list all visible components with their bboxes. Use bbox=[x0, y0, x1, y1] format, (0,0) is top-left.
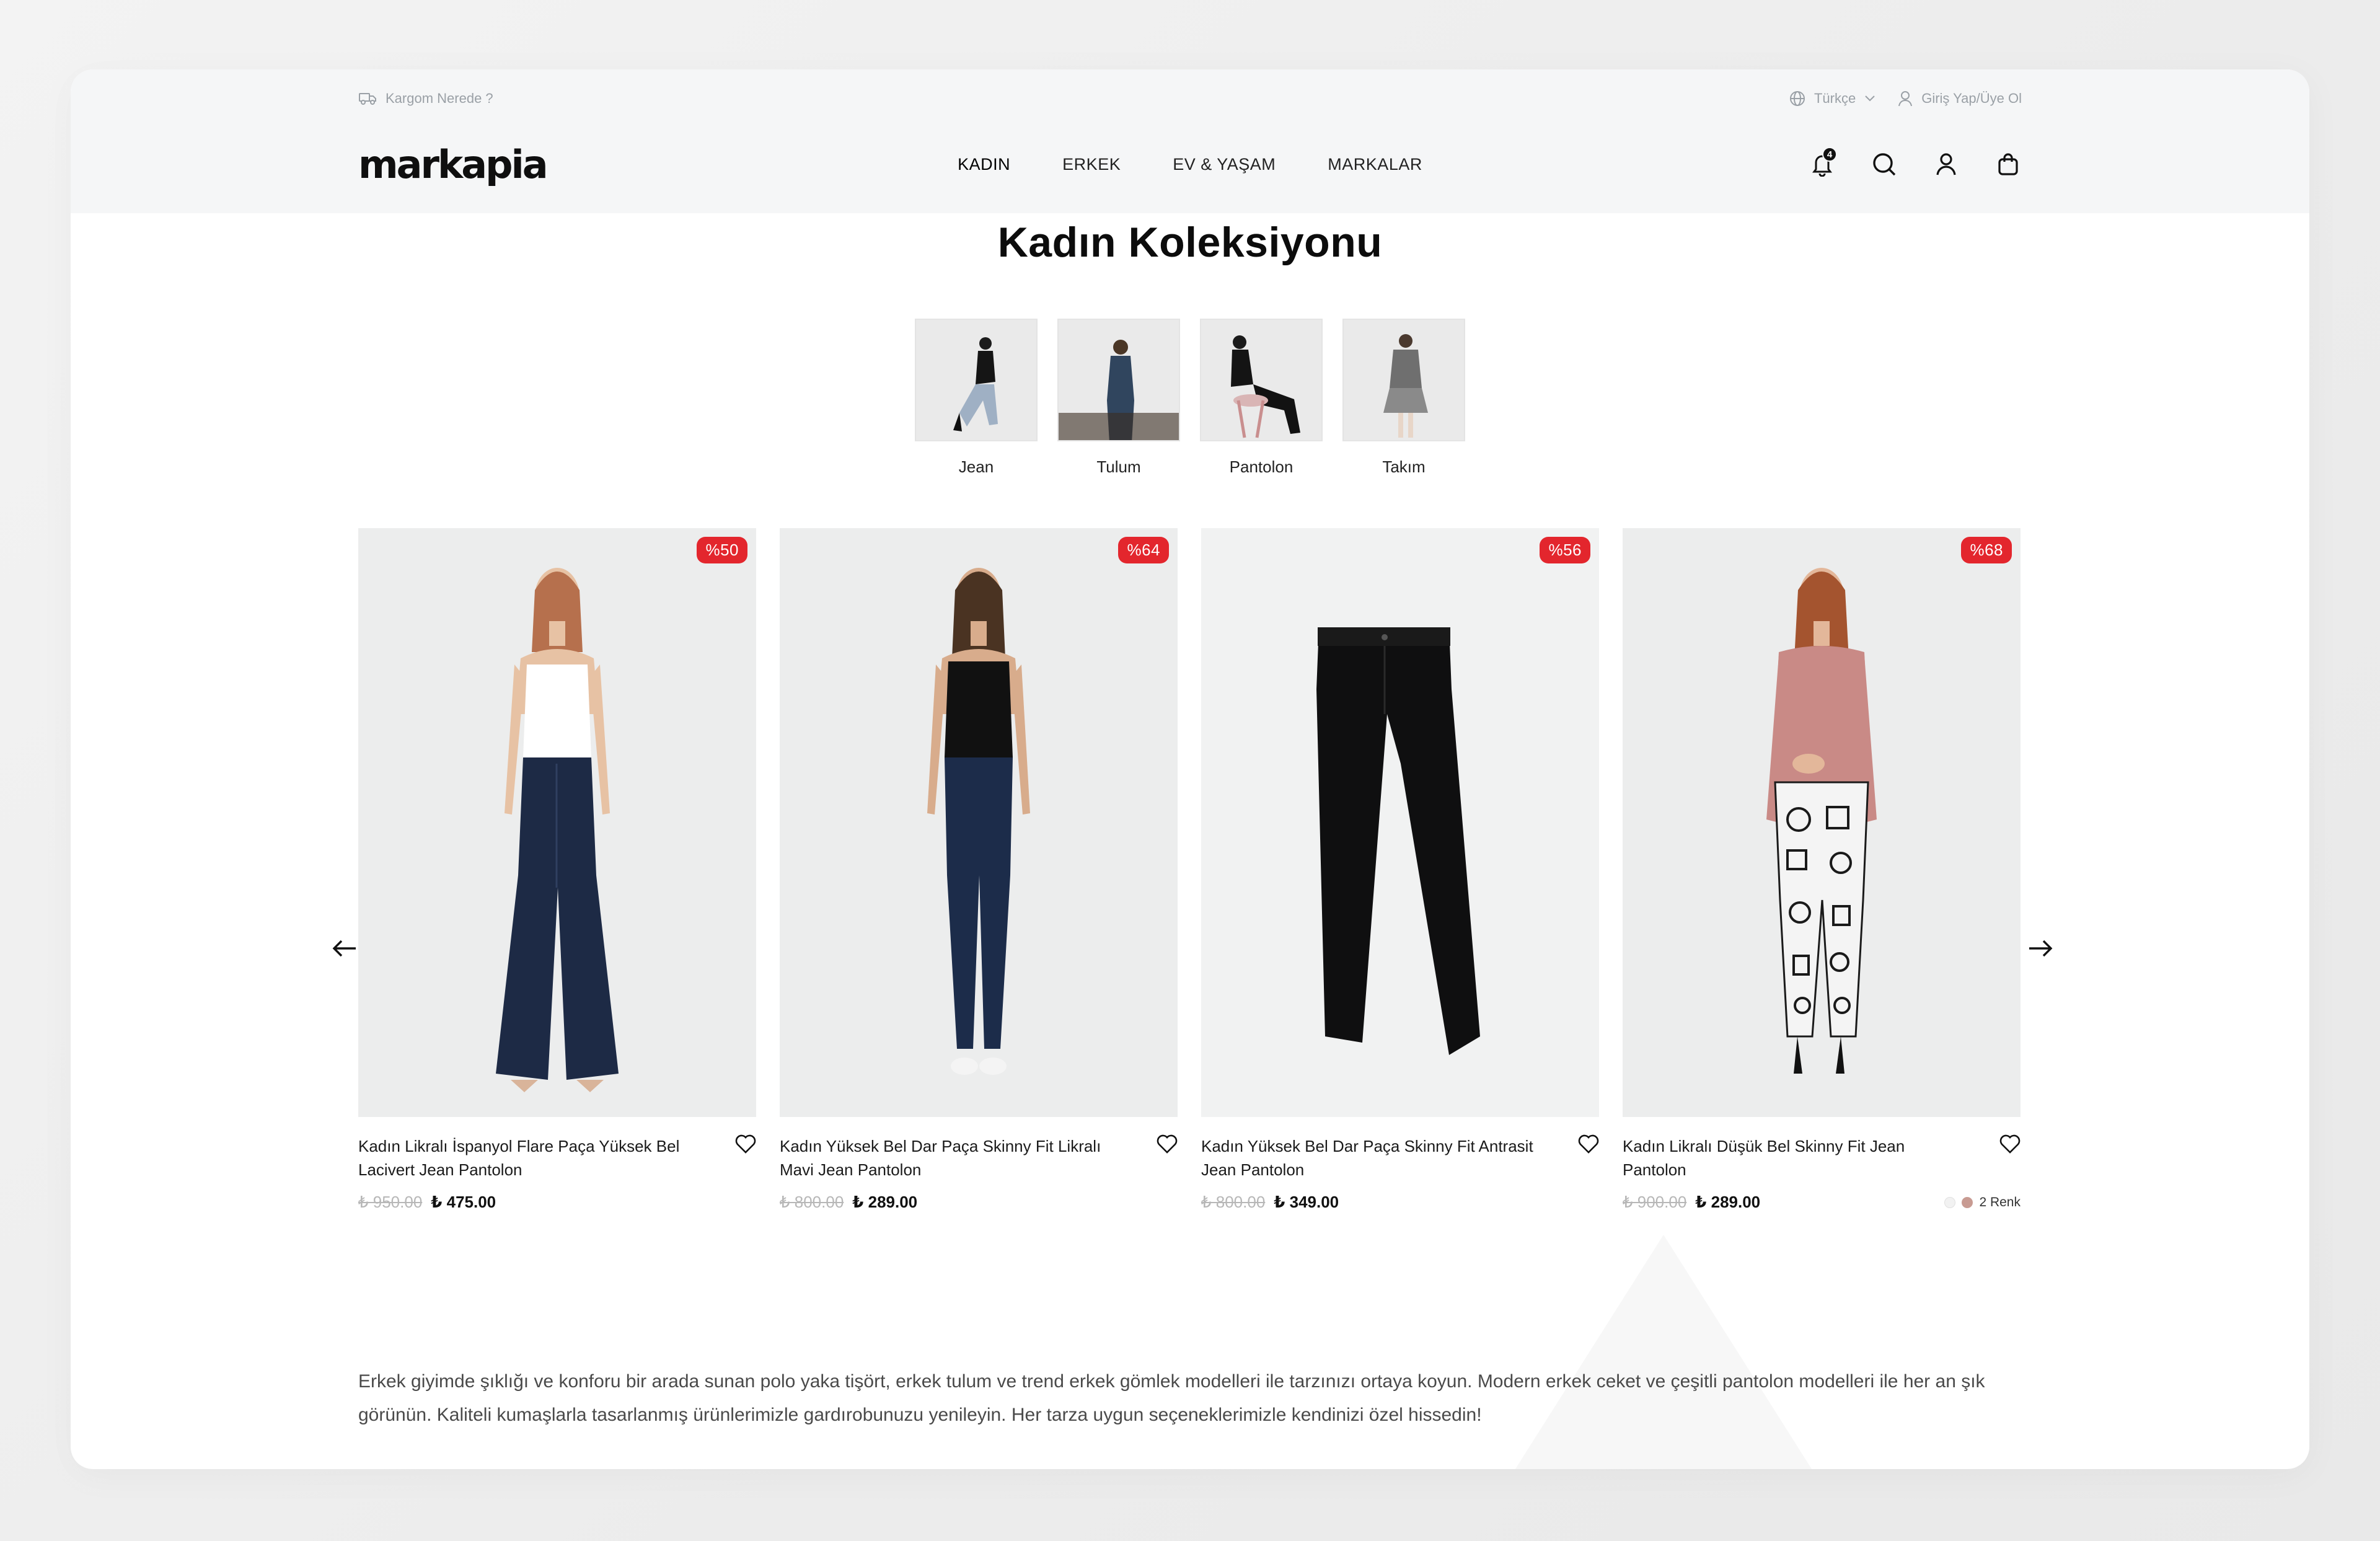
category-tulum[interactable]: Tulum bbox=[1057, 319, 1180, 477]
category-jean-label: Jean bbox=[958, 457, 994, 476]
background-watermark bbox=[1471, 1235, 1856, 1469]
old-price: ₺ 900.00 bbox=[1623, 1193, 1687, 1211]
category-pantolon-image bbox=[1200, 319, 1323, 441]
product-name[interactable]: Kadın Likralı Düşük Bel Skinny Fit Jean … bbox=[1623, 1134, 1970, 1181]
track-order-label: Kargom Nerede ? bbox=[386, 91, 493, 106]
category-tulum-image bbox=[1057, 319, 1180, 441]
page-title: Kadın Koleksiyonu bbox=[997, 219, 1383, 266]
site-header: Kargom Nerede ? Türkçe Giriş Yap/Üye Ol … bbox=[71, 69, 2309, 213]
main-nav: KADIN ERKEK EV & YAŞAM MARKALAR bbox=[958, 155, 1422, 174]
product-card[interactable]: %64 Kadın Yüksek Bel Dar Paça Skinny Fit… bbox=[780, 528, 1178, 1212]
price-row: ₺ 800.00 ₺ 289.00 bbox=[780, 1193, 1178, 1212]
discount-badge: %50 bbox=[697, 537, 747, 563]
bag-icon bbox=[1998, 153, 2018, 175]
account-button[interactable] bbox=[1933, 151, 1960, 178]
track-order-link[interactable]: Kargom Nerede ? bbox=[358, 91, 493, 107]
category-takim-image bbox=[1342, 319, 1465, 441]
carousel-prev-button[interactable] bbox=[327, 931, 362, 966]
search-button[interactable] bbox=[1871, 151, 1898, 178]
carousel-next-button[interactable] bbox=[2023, 931, 2058, 966]
color-swatch[interactable] bbox=[1944, 1196, 1956, 1208]
model-figure-icon bbox=[1383, 334, 1428, 438]
notifications-badge: 4 bbox=[1822, 147, 1837, 162]
current-price: ₺ 289.00 bbox=[852, 1193, 918, 1211]
search-icon bbox=[1873, 153, 1896, 176]
product-name[interactable]: Kadın Likralı İspanyol Flare Paça Yüksek… bbox=[358, 1134, 705, 1181]
heart-icon[interactable] bbox=[1999, 1134, 2021, 1154]
category-takim-label: Takım bbox=[1382, 457, 1426, 476]
model-figure-icon bbox=[1231, 335, 1300, 438]
price-row: ₺ 950.00 ₺ 475.00 bbox=[358, 1193, 756, 1212]
language-selector[interactable]: Türkçe bbox=[1789, 91, 1875, 107]
topbar-right: Türkçe Giriş Yap/Üye Ol bbox=[1789, 91, 2022, 107]
heart-icon[interactable] bbox=[1578, 1134, 1599, 1154]
discount-badge: %64 bbox=[1118, 537, 1169, 563]
color-swatch[interactable] bbox=[1962, 1196, 1973, 1208]
header-icons: 4 bbox=[1761, 147, 2022, 178]
category-tulum-label: Tulum bbox=[1096, 457, 1141, 476]
category-jean-image bbox=[915, 319, 1038, 441]
model-figure-icon bbox=[1059, 340, 1179, 440]
nav-item-ev-yasam[interactable]: EV & YAŞAM bbox=[1173, 155, 1276, 174]
product-image[interactable]: %68 bbox=[1623, 528, 2021, 1117]
price-row: ₺ 800.00 ₺ 349.00 bbox=[1201, 1193, 1599, 1212]
product-card[interactable]: %50 Kadın Likralı İspanyol Flare Paça Yü… bbox=[358, 528, 756, 1212]
product-info: Kadın Yüksek Bel Dar Paça Skinny Fit Lik… bbox=[780, 1134, 1178, 1212]
product-info: Kadın Yüksek Bel Dar Paça Skinny Fit Ant… bbox=[1201, 1134, 1599, 1212]
color-count-label: 2 Renk bbox=[1979, 1194, 2021, 1209]
model-skinny-jeans-image bbox=[927, 568, 1030, 1075]
product-image[interactable]: %50 bbox=[358, 528, 756, 1117]
brand-logo[interactable]: markapia bbox=[358, 142, 619, 187]
category-strip: Jean Tulum Pantolon Takım bbox=[71, 319, 2309, 477]
browser-frame: Kargom Nerede ? Türkçe Giriş Yap/Üye Ol … bbox=[71, 69, 2309, 1469]
model-patterned-jeans-image bbox=[1766, 568, 1877, 1074]
discount-badge: %56 bbox=[1540, 537, 1590, 563]
user-icon bbox=[1898, 91, 1913, 107]
model-flare-jeans-image bbox=[496, 568, 619, 1092]
user-icon bbox=[1936, 153, 1956, 175]
notifications-button[interactable]: 4 bbox=[1809, 147, 1837, 178]
heart-icon[interactable] bbox=[735, 1134, 756, 1154]
arrow-left-icon bbox=[332, 940, 356, 957]
truck-icon bbox=[359, 93, 376, 105]
old-price: ₺ 950.00 bbox=[358, 1193, 423, 1211]
product-image[interactable]: %56 bbox=[1201, 528, 1599, 1117]
language-label: Türkçe bbox=[1814, 91, 1856, 106]
product-card[interactable]: %68 Kadın Likralı Düşük Bel Skinny Fit J… bbox=[1623, 528, 2021, 1212]
globe-icon bbox=[1789, 91, 1805, 106]
product-info: Kadın Likralı Düşük Bel Skinny Fit Jean … bbox=[1623, 1134, 2021, 1212]
main-navigation-row: markapia KADIN ERKEK EV & YAŞAM MARKALAR… bbox=[358, 136, 2022, 192]
login-register-link[interactable]: Giriş Yap/Üye Ol bbox=[1898, 91, 2022, 107]
flat-black-jeans-image bbox=[1316, 627, 1480, 1055]
category-takim[interactable]: Takım bbox=[1342, 319, 1465, 477]
product-name[interactable]: Kadın Yüksek Bel Dar Paça Skinny Fit Ant… bbox=[1201, 1134, 1548, 1181]
discount-badge: %68 bbox=[1961, 537, 2012, 563]
chevron-down-icon bbox=[1865, 95, 1875, 102]
current-price: ₺ 289.00 bbox=[1695, 1193, 1761, 1211]
category-pantolon-label: Pantolon bbox=[1229, 457, 1294, 476]
current-price: ₺ 349.00 bbox=[1274, 1193, 1339, 1211]
current-price: ₺ 475.00 bbox=[431, 1193, 496, 1211]
nav-item-kadin[interactable]: KADIN bbox=[958, 155, 1010, 174]
category-description: Erkek giyimde şıklığı ve konforu bir ara… bbox=[358, 1371, 1985, 1425]
price-row: ₺ 900.00 ₺ 289.00 2 Renk bbox=[1623, 1193, 2021, 1212]
cart-button[interactable] bbox=[1994, 151, 2022, 178]
product-image[interactable]: %64 bbox=[780, 528, 1178, 1117]
product-card[interactable]: %56 Kadın Yüksek Bel Dar Paça Skinny Fit… bbox=[1201, 528, 1599, 1212]
category-pantolon[interactable]: Pantolon bbox=[1200, 319, 1323, 477]
product-info: Kadın Likralı İspanyol Flare Paça Yüksek… bbox=[358, 1134, 756, 1212]
nav-item-markalar[interactable]: MARKALAR bbox=[1328, 155, 1422, 174]
nav-item-erkek[interactable]: ERKEK bbox=[1062, 155, 1121, 174]
heart-icon[interactable] bbox=[1157, 1134, 1178, 1154]
product-carousel: %50 Kadın Likralı İspanyol Flare Paça Yü… bbox=[358, 528, 2023, 1212]
category-jean[interactable]: Jean bbox=[915, 319, 1038, 477]
product-name[interactable]: Kadın Yüksek Bel Dar Paça Skinny Fit Lik… bbox=[780, 1134, 1127, 1181]
model-figure-icon bbox=[953, 337, 998, 431]
color-options[interactable]: 2 Renk bbox=[1944, 1195, 2021, 1210]
old-price: ₺ 800.00 bbox=[1201, 1193, 1266, 1211]
old-price: ₺ 800.00 bbox=[780, 1193, 844, 1211]
login-register-label: Giriş Yap/Üye Ol bbox=[1921, 91, 2022, 106]
arrow-right-icon bbox=[2029, 940, 2053, 957]
top-utility-bar: Kargom Nerede ? Türkçe Giriş Yap/Üye Ol bbox=[358, 83, 2022, 114]
